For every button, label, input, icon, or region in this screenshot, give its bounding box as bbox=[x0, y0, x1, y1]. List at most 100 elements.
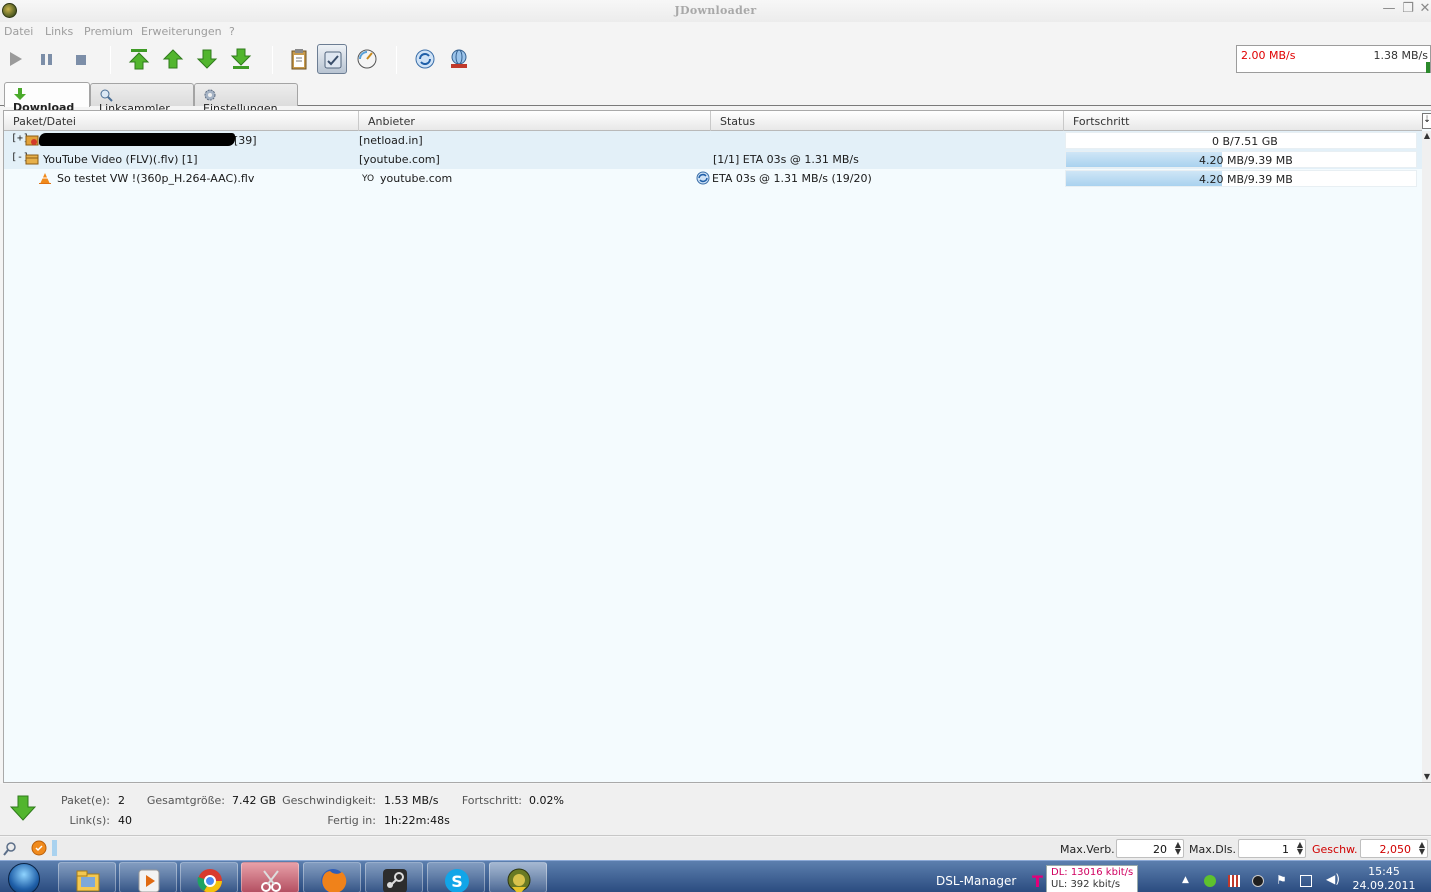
column-chooser-button[interactable]: ⇣ bbox=[1422, 113, 1431, 129]
move-up-button[interactable] bbox=[158, 44, 188, 74]
network-icon[interactable] bbox=[1300, 875, 1312, 887]
hoster-cell: [netload.in] bbox=[359, 134, 423, 147]
menu-help[interactable]: ? bbox=[229, 25, 235, 38]
reconnect-toggle-button[interactable] bbox=[317, 44, 347, 74]
pause-button[interactable] bbox=[32, 44, 62, 74]
max-downloads-label: Max.Dls. bbox=[1189, 843, 1236, 856]
speed-limit-value: 2,050 bbox=[1379, 843, 1412, 856]
clipboard-button[interactable] bbox=[284, 44, 314, 74]
download-table: Paket/Datei Anbieter Status Fortschritt … bbox=[3, 110, 1431, 783]
column-header-paket[interactable]: Paket/Datei bbox=[4, 111, 359, 131]
spinner-arrows-icon[interactable]: ▲ ▼ bbox=[1175, 841, 1181, 856]
taskbar-firefox[interactable] bbox=[303, 862, 361, 892]
windows-orb-icon bbox=[8, 863, 40, 892]
show-hidden-icons-icon[interactable]: ▲ bbox=[1182, 875, 1189, 885]
tab-linksammler[interactable]: Linksammler bbox=[90, 83, 194, 115]
max-connections-spinner[interactable]: 20 ▲ ▼ bbox=[1116, 839, 1184, 858]
speed-limit-status-label: Geschw. bbox=[1312, 843, 1358, 856]
gear-icon bbox=[204, 89, 216, 101]
start-button[interactable] bbox=[2, 861, 46, 892]
links-label: Link(s): bbox=[69, 814, 110, 827]
column-header-status[interactable]: Status bbox=[711, 111, 1064, 131]
telekom-icon[interactable]: T bbox=[1032, 872, 1043, 891]
minimize-button[interactable]: — bbox=[1381, 1, 1397, 17]
vertical-scrollbar[interactable]: ▲ ▼ bbox=[1422, 131, 1431, 782]
reconnect-status-icon[interactable] bbox=[2, 840, 18, 856]
skype-icon: S bbox=[445, 869, 469, 892]
network-globe-icon bbox=[451, 49, 467, 68]
speedometer-icon bbox=[357, 49, 377, 69]
collapse-toggle[interactable]: [-] bbox=[11, 153, 29, 164]
premium-button[interactable] bbox=[444, 44, 474, 74]
tab-einstellungen[interactable]: Einstellungen bbox=[194, 83, 298, 115]
max-downloads-spinner[interactable]: 1 ▲ ▼ bbox=[1238, 839, 1306, 858]
vlc-file-icon bbox=[39, 173, 51, 184]
dsl-speed-widget[interactable]: DL: 13016 kbit/s UL: 392 kbit/s bbox=[1046, 865, 1138, 892]
menu-premium[interactable]: Premium bbox=[84, 25, 133, 38]
summary-panel: Paket(e): 2 Link(s): 40 Gesamtgröße: 7.4… bbox=[0, 784, 1431, 836]
windows-taskbar: S DSL-Manager T DL: 13016 kbit/s UL: 392… bbox=[0, 860, 1431, 892]
table-row[interactable]: [-] YouTube Video (FLV)(.flv) [1] [youtu… bbox=[4, 150, 1422, 169]
table-row[interactable]: [+] [39] [netload.in] 0 B/7.51 GB bbox=[4, 131, 1422, 150]
status-indicator bbox=[52, 840, 57, 856]
menu-datei[interactable]: Datei bbox=[4, 25, 33, 38]
magnifier-icon bbox=[100, 89, 113, 102]
taskbar-clock[interactable]: 15:45 24.09.2011 bbox=[1352, 865, 1416, 892]
move-down-button[interactable] bbox=[192, 44, 222, 74]
tray-green-check-icon[interactable] bbox=[1204, 875, 1216, 887]
refresh-button[interactable] bbox=[410, 44, 440, 74]
action-center-flag-icon[interactable]: ⚑ bbox=[1276, 873, 1287, 887]
packages-label: Paket(e): bbox=[61, 794, 110, 807]
progress-text: 4.20 MB/9.39 MB bbox=[1199, 173, 1293, 186]
scroll-down-arrow-icon[interactable]: ▼ bbox=[1422, 772, 1431, 782]
taskbar-explorer[interactable] bbox=[58, 862, 116, 892]
hoster-cell: [youtube.com] bbox=[359, 153, 440, 166]
start-button[interactable] bbox=[0, 44, 30, 74]
refresh-icon bbox=[415, 49, 435, 69]
taskbar-mediaplayer[interactable] bbox=[119, 862, 177, 892]
maximize-button[interactable]: ❐ bbox=[1400, 1, 1416, 17]
menu-erweiterungen[interactable]: Erweiterungen bbox=[141, 25, 222, 38]
column-header-fortschritt[interactable]: Fortschritt bbox=[1064, 111, 1422, 131]
tab-download[interactable]: Download bbox=[4, 82, 90, 114]
download-arrow-icon bbox=[14, 88, 26, 100]
progress-text: 0 B/7.51 GB bbox=[1212, 135, 1278, 148]
arrow-top-icon bbox=[128, 49, 150, 70]
downloading-icon bbox=[696, 171, 710, 185]
close-button[interactable]: ✕ bbox=[1417, 1, 1431, 17]
expand-toggle[interactable]: [+] bbox=[11, 134, 29, 145]
menu-bar: Datei Links Premium Erweiterungen ? bbox=[0, 22, 1431, 40]
stop-button[interactable] bbox=[66, 44, 96, 74]
speed-meter-button[interactable] bbox=[352, 44, 382, 74]
toolbar-separator bbox=[110, 46, 111, 74]
tray-bars-icon[interactable] bbox=[1228, 875, 1240, 887]
move-top-button[interactable] bbox=[124, 44, 154, 74]
window-title: JDownloader bbox=[674, 4, 757, 17]
title-bar: JDownloader — ❐ ✕ bbox=[0, 0, 1431, 22]
play-icon bbox=[10, 52, 22, 66]
tray-steam-icon[interactable] bbox=[1252, 875, 1264, 887]
volume-icon[interactable]: ◀) bbox=[1326, 872, 1340, 886]
move-bottom-button[interactable] bbox=[226, 44, 256, 74]
toolbar bbox=[0, 40, 1431, 80]
arrow-down-icon bbox=[196, 49, 218, 69]
taskbar-skype[interactable]: S bbox=[427, 862, 485, 892]
update-status-icon[interactable] bbox=[31, 840, 47, 856]
menu-links[interactable]: Links bbox=[45, 25, 73, 38]
jdownloader-icon bbox=[507, 868, 531, 892]
taskbar-steam[interactable] bbox=[365, 862, 423, 892]
progress-bar: 0 B/7.51 GB bbox=[1065, 132, 1417, 149]
dsl-manager-label[interactable]: DSL-Manager bbox=[936, 874, 1016, 888]
arrow-bottom-icon bbox=[230, 48, 252, 69]
spinner-arrows-icon[interactable]: ▲ ▼ bbox=[1297, 841, 1303, 856]
column-header-anbieter[interactable]: Anbieter bbox=[359, 111, 711, 131]
table-row[interactable]: So testet VW !(360p_H.264-AAC).flv YO yo… bbox=[4, 169, 1422, 188]
taskbar-chrome[interactable] bbox=[180, 862, 238, 892]
progress-text: 4.20 MB/9.39 MB bbox=[1199, 154, 1293, 167]
speed-graph[interactable]: 2.00 MB/s 1.38 MB/s bbox=[1236, 45, 1431, 73]
speed-limit-spinner[interactable]: 2,050 ▲ ▼ bbox=[1360, 839, 1428, 858]
spinner-arrows-icon[interactable]: ▲ ▼ bbox=[1419, 841, 1425, 856]
taskbar-jdownloader[interactable] bbox=[489, 862, 547, 892]
scroll-up-arrow-icon[interactable]: ▲ bbox=[1422, 131, 1431, 141]
taskbar-snipping-tool[interactable] bbox=[241, 862, 299, 892]
